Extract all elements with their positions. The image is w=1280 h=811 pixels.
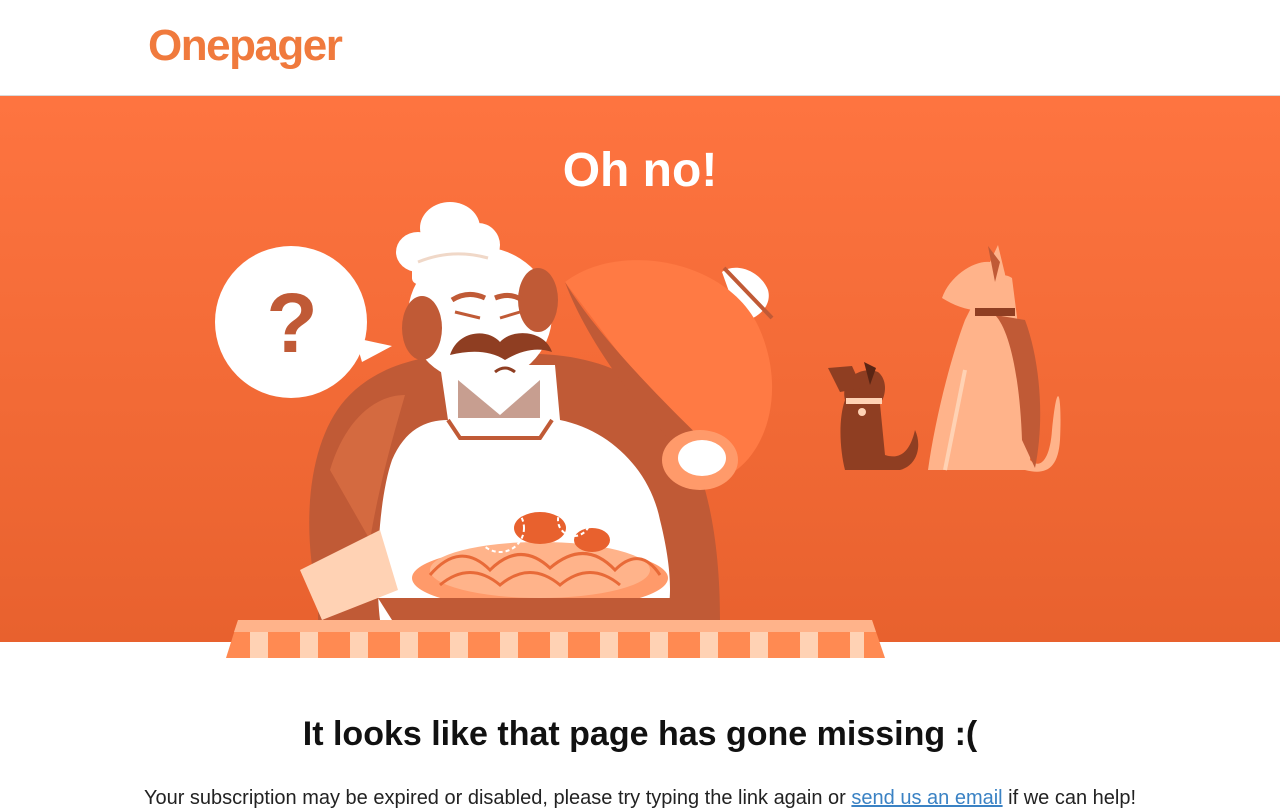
error-message-body: Your subscription may be expired or disa… bbox=[0, 785, 1280, 811]
onepager-logo[interactable]: Onepager bbox=[148, 20, 343, 72]
striped-table bbox=[226, 620, 885, 658]
message-body-text-after: if we can help! bbox=[1002, 787, 1137, 809]
message-body-text-before: Your subscription may be expired or disa… bbox=[143, 787, 852, 809]
error-message-title: It looks like that page has gone missing… bbox=[302, 715, 978, 753]
site-header: Onepager bbox=[0, 0, 1280, 96]
hero-title: Oh no! bbox=[562, 144, 718, 197]
send-email-link[interactable]: send us an email bbox=[851, 787, 1002, 809]
question-mark: ? bbox=[266, 276, 317, 370]
